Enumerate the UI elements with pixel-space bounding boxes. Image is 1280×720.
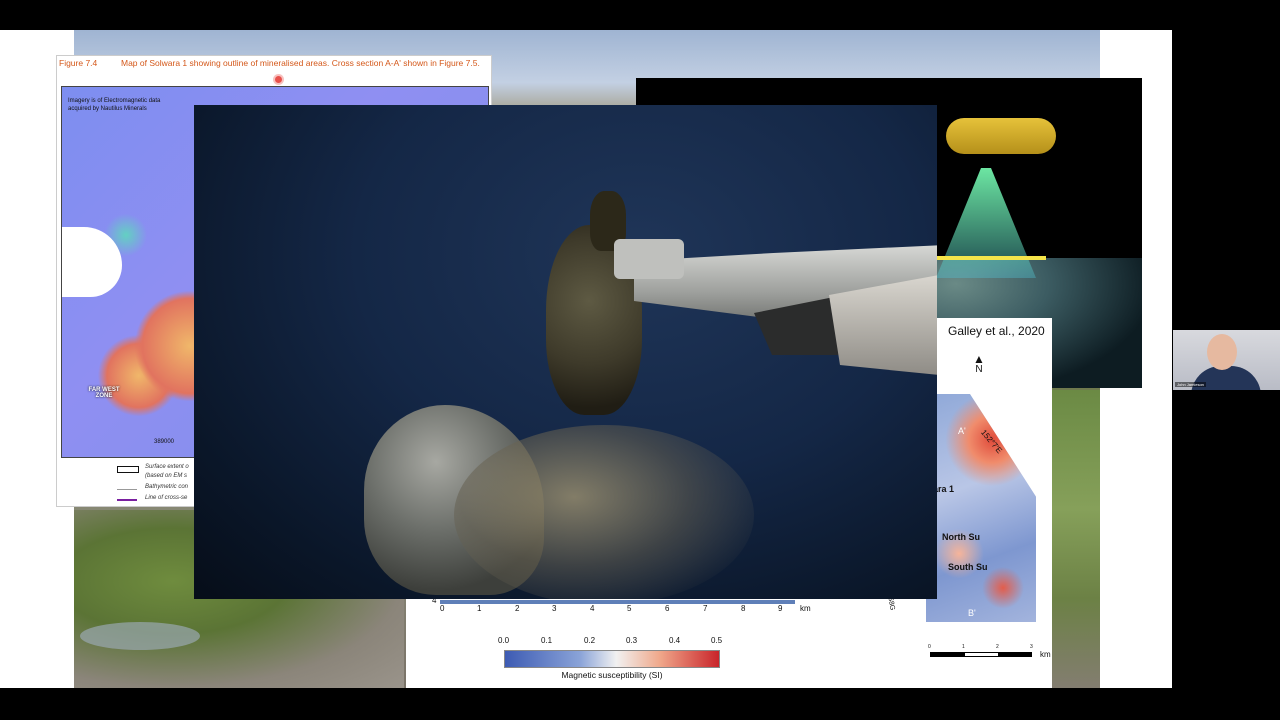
auv-vehicle [946,118,1056,154]
place-label: North Su [942,532,980,542]
deep-sea-sampling-photo [194,105,937,599]
figure-number: Figure 7.4 [59,58,98,68]
north-arrow-icon: ▲ N [973,352,985,375]
presenter-name: John Jamieson [1175,382,1206,387]
presenter-head [1207,334,1237,370]
figure-caption-text: Map of Solwara 1 showing outline of mine… [121,58,480,68]
presenter-webcam: John Jamieson [1173,330,1280,390]
contour-swatch [117,489,137,490]
colorbar-label: Magnetic susceptibility (SI) [561,670,663,680]
section-label: A' [958,426,966,436]
map-blank-area [62,227,122,297]
magnetic-map: wara 1 North Su South Su A' B' [926,394,1036,622]
distance-axis: 4 0 1 2 3 4 5 6 7 8 9 km [432,596,811,613]
gripper-claw [614,239,684,279]
magnetic-colorbar: 0.0 0.1 0.2 0.3 0.4 0.5 Magnetic suscept… [498,636,723,680]
place-label: South Su [948,562,988,572]
sonar-beam [936,168,1036,278]
scale-bar: 0 1 2 3 km [928,644,1051,659]
colorbar-gradient [504,650,720,668]
section-line-swatch [117,499,137,501]
sediment-plume [454,425,754,599]
easting-label: 389000 [154,439,175,445]
scan-line [936,256,1046,260]
outline-swatch [117,466,139,473]
figure-citation: Galley et al., 2020 [948,324,1045,338]
section-label: B' [968,608,976,618]
zone-label: FAR WEST ZONE [88,387,120,399]
imagery-note: Imagery is of Electromagnetic data acqui… [68,98,161,112]
laser-pointer-icon [275,76,282,83]
puddle [80,622,200,650]
